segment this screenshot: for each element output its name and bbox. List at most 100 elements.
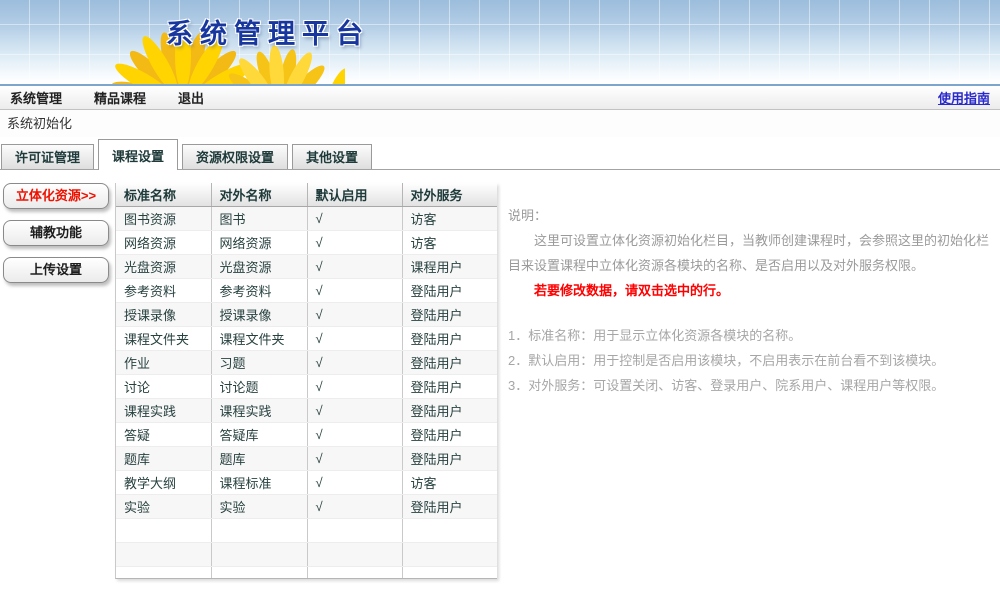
cell-external-service	[402, 542, 497, 566]
menu-item-system-admin[interactable]: 系统管理	[10, 88, 62, 107]
banner-header: 系统管理平台	[0, 0, 1000, 86]
cell-external-name: 图书	[211, 206, 307, 230]
cell-default-enabled: √	[307, 494, 402, 518]
sidebar-button-teaching-aids[interactable]: 辅教功能	[3, 220, 109, 246]
content-area: 立体化资源>> 辅教功能 上传设置 标准名称 对外名称 默认启用 对外服务 图书…	[0, 170, 1000, 579]
cell-standard-name: 教学大纲	[116, 470, 211, 494]
cell-external-name: 课程标准	[211, 470, 307, 494]
tab-course-settings[interactable]: 课程设置	[98, 139, 178, 170]
cell-external-name: 实验	[211, 494, 307, 518]
table-row[interactable]: 图书资源图书√访客	[116, 206, 497, 230]
cell-external-service: 访客	[402, 230, 497, 254]
cell-external-name	[211, 542, 307, 566]
cell-standard-name: 课程文件夹	[116, 326, 211, 350]
column-header-standard-name: 标准名称	[116, 183, 211, 206]
cell-external-name: 答疑库	[211, 422, 307, 446]
cell-standard-name: 作业	[116, 350, 211, 374]
cell-standard-name: 网络资源	[116, 230, 211, 254]
cell-external-service	[402, 518, 497, 542]
breadcrumb-label: 系统初始化	[7, 116, 72, 131]
cell-standard-name	[116, 542, 211, 566]
info-panel: 说明： 这里可设置立体化资源初始化栏目，当教师创建课程时，会参照这里的初始化栏目…	[508, 183, 990, 398]
tab-bar: 许可证管理 课程设置 资源权限设置 其他设置	[0, 137, 1000, 170]
cell-standard-name	[116, 566, 211, 579]
table-row[interactable]: 授课录像授课录像√登陆用户	[116, 302, 497, 326]
cell-default-enabled: √	[307, 278, 402, 302]
table-row[interactable]: 光盘资源光盘资源√课程用户	[116, 254, 497, 278]
column-header-default-enabled: 默认启用	[307, 183, 402, 206]
cell-standard-name: 答疑	[116, 422, 211, 446]
table-empty-row	[116, 542, 497, 566]
cell-default-enabled: √	[307, 254, 402, 278]
cell-external-service	[402, 566, 497, 579]
cell-default-enabled: √	[307, 230, 402, 254]
cell-standard-name: 光盘资源	[116, 254, 211, 278]
sidebar: 立体化资源>> 辅教功能 上传设置	[0, 183, 115, 294]
info-note-external-service: 3．对外服务：可设置关闭、访客、登录用户、院系用户、课程用户等权限。	[508, 373, 990, 398]
cell-external-service: 课程用户	[402, 254, 497, 278]
cell-external-name: 讨论题	[211, 374, 307, 398]
cell-external-service: 登陆用户	[402, 374, 497, 398]
cell-external-name: 网络资源	[211, 230, 307, 254]
cell-external-name	[211, 566, 307, 579]
info-note-default-enabled: 2．默认启用：用于控制是否启用该模块，不启用表示在前台看不到该模块。	[508, 348, 990, 373]
table-row[interactable]: 参考资料参考资料√登陆用户	[116, 278, 497, 302]
column-header-external-name: 对外名称	[211, 183, 307, 206]
cell-external-service: 登陆用户	[402, 302, 497, 326]
table-row[interactable]: 答疑答疑库√登陆用户	[116, 422, 497, 446]
help-guide-link[interactable]: 使用指南	[938, 88, 990, 107]
cell-default-enabled: √	[307, 422, 402, 446]
cell-external-name: 参考资料	[211, 278, 307, 302]
cell-external-service: 访客	[402, 206, 497, 230]
cell-default-enabled	[307, 566, 402, 579]
cell-default-enabled: √	[307, 206, 402, 230]
cell-standard-name: 授课录像	[116, 302, 211, 326]
sidebar-button-upload-settings[interactable]: 上传设置	[3, 257, 109, 283]
table-row[interactable]: 实验实验√登陆用户	[116, 494, 497, 518]
cell-standard-name: 讨论	[116, 374, 211, 398]
info-notes: 1．标准名称：用于显示立体化资源各模块的名称。 2．默认启用：用于控制是否启用该…	[508, 323, 990, 398]
cell-external-service: 登陆用户	[402, 278, 497, 302]
table-row[interactable]: 讨论讨论题√登陆用户	[116, 374, 497, 398]
cell-external-name: 课程实践	[211, 398, 307, 422]
menu-item-courses[interactable]: 精品课程	[94, 88, 146, 107]
cell-standard-name: 题库	[116, 446, 211, 470]
cell-default-enabled	[307, 518, 402, 542]
cell-external-service: 登陆用户	[402, 446, 497, 470]
tab-resource-permissions[interactable]: 资源权限设置	[182, 144, 288, 169]
table-row[interactable]: 课程实践课程实践√登陆用户	[116, 398, 497, 422]
cell-external-name: 光盘资源	[211, 254, 307, 278]
table-row[interactable]: 题库题库√登陆用户	[116, 446, 497, 470]
menu-bar: 系统管理 精品课程 退出 使用指南	[0, 86, 1000, 110]
cell-default-enabled: √	[307, 446, 402, 470]
cell-external-name	[211, 518, 307, 542]
table-body: 图书资源图书√访客网络资源网络资源√访客光盘资源光盘资源√课程用户参考资料参考资…	[116, 206, 497, 579]
info-warning: 若要修改数据，请双击选中的行。	[508, 278, 990, 303]
cell-external-name: 题库	[211, 446, 307, 470]
cell-standard-name: 参考资料	[116, 278, 211, 302]
cell-default-enabled: √	[307, 470, 402, 494]
table-empty-row	[116, 518, 497, 542]
table-row[interactable]: 教学大纲课程标准√访客	[116, 470, 497, 494]
cell-default-enabled: √	[307, 398, 402, 422]
table-row[interactable]: 作业习题√登陆用户	[116, 350, 497, 374]
cell-external-service: 登陆用户	[402, 350, 497, 374]
tab-other-settings[interactable]: 其他设置	[292, 144, 372, 169]
table-empty-row	[116, 566, 497, 579]
cell-default-enabled: √	[307, 374, 402, 398]
tab-license-management[interactable]: 许可证管理	[1, 144, 94, 169]
resource-table: 标准名称 对外名称 默认启用 对外服务 图书资源图书√访客网络资源网络资源√访客…	[115, 183, 497, 579]
table-row[interactable]: 网络资源网络资源√访客	[116, 230, 497, 254]
page-title: 系统管理平台	[166, 12, 370, 51]
cell-external-name: 授课录像	[211, 302, 307, 326]
table-header-row: 标准名称 对外名称 默认启用 对外服务	[116, 183, 497, 206]
info-heading: 说明：	[508, 203, 990, 228]
cell-external-service: 登陆用户	[402, 326, 497, 350]
info-note-standard-name: 1．标准名称：用于显示立体化资源各模块的名称。	[508, 323, 990, 348]
cell-external-name: 课程文件夹	[211, 326, 307, 350]
sidebar-button-multimedia-resources[interactable]: 立体化资源>>	[3, 183, 109, 209]
menu-item-logout[interactable]: 退出	[178, 88, 204, 107]
cell-default-enabled: √	[307, 350, 402, 374]
table-row[interactable]: 课程文件夹课程文件夹√登陆用户	[116, 326, 497, 350]
cell-external-service: 登陆用户	[402, 398, 497, 422]
